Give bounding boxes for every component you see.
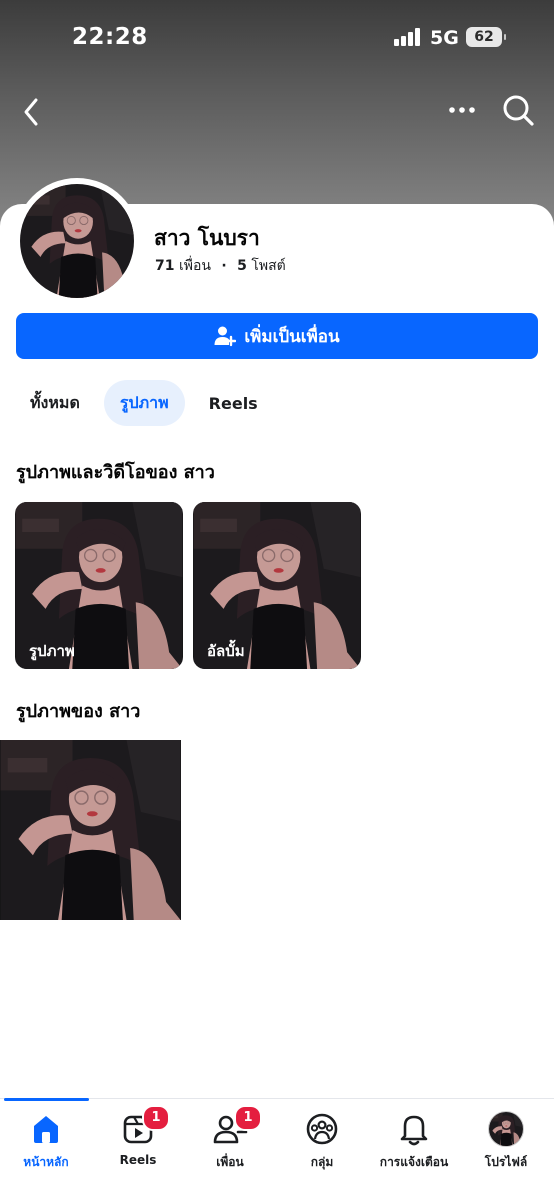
posts-count: 5 — [237, 258, 247, 274]
network-type: 5G — [430, 27, 459, 49]
friends-label[interactable]: เพื่อน — [179, 258, 211, 274]
filter-tabs: ทั้งหมด รูปภาพ Reels — [14, 380, 274, 426]
tab-notifications[interactable]: การแจ้งเตือน — [368, 1111, 460, 1173]
tab-reels-label: Reels — [119, 1153, 157, 1167]
stats-separator: · — [221, 258, 227, 274]
tab-home[interactable]: หน้าหลัก — [0, 1111, 92, 1173]
tab-notifications-label: การแจ้งเตือน — [379, 1155, 449, 1169]
bottom-tab-bar: หน้าหลัก 1 Reels 1 เพื่อน กลุ่ม การแจ้งเ… — [0, 1098, 554, 1200]
album-card[interactable]: อัลบั้ม — [193, 502, 361, 669]
tab-photos[interactable]: รูปภาพ — [103, 380, 185, 426]
bell-icon — [400, 1115, 428, 1146]
back-button[interactable] — [16, 90, 48, 130]
profile-avatar[interactable] — [14, 178, 140, 304]
photo-thumbnail-image — [0, 740, 181, 920]
profile-avatar-mini — [488, 1111, 524, 1147]
profile-stats: 71 เพื่อน · 5 โพสต์ — [155, 255, 286, 277]
tab-groups[interactable]: กลุ่ม — [276, 1111, 368, 1173]
top-nav — [0, 86, 554, 134]
tab-all[interactable]: ทั้งหมด — [14, 380, 96, 426]
tab-home-label: หน้าหลัก — [23, 1155, 69, 1169]
chevron-left-icon — [24, 98, 38, 126]
photos-card[interactable]: รูปภาพ — [15, 502, 183, 669]
more-button[interactable] — [444, 92, 480, 128]
search-icon — [503, 95, 534, 126]
album-card-label: อัลบั้ม — [207, 642, 245, 660]
tab-groups-label: กลุ่ม — [310, 1155, 334, 1169]
signal-icon — [394, 28, 422, 46]
more-dots-icon — [449, 107, 475, 113]
tab-profile-label: โปรไฟล์ — [484, 1155, 528, 1169]
albums-section-title: รูปภาพและวิดีโอของ สาว — [16, 462, 215, 483]
tab-reels-nav[interactable]: 1 Reels — [92, 1105, 184, 1173]
add-friend-icon — [214, 326, 237, 347]
battery-level: 62 — [474, 29, 494, 45]
tab-friends[interactable]: 1 เพื่อน — [184, 1105, 276, 1173]
tab-profile[interactable]: โปรไฟล์ — [460, 1111, 552, 1173]
groups-icon — [306, 1113, 338, 1145]
add-friend-button[interactable]: เพิ่มเป็นเพื่อน — [16, 313, 538, 359]
add-friend-label: เพิ่มเป็นเพื่อน — [244, 326, 340, 347]
reels-badge: 1 — [142, 1105, 170, 1131]
posts-label: โพสต์ — [251, 258, 286, 274]
status-time: 22:28 — [72, 24, 148, 50]
tab-reels[interactable]: Reels — [193, 380, 274, 426]
photos-section-title: รูปภาพของ สาว — [16, 701, 141, 722]
active-tab-indicator — [4, 1098, 89, 1101]
photo-thumbnail[interactable] — [0, 740, 181, 920]
avatar-image — [20, 184, 134, 298]
photos-card-label: รูปภาพ — [29, 642, 75, 660]
home-icon — [34, 1116, 58, 1143]
battery-icon: 62 — [466, 27, 506, 47]
friends-count[interactable]: 71 — [155, 258, 174, 274]
tab-friends-label: เพื่อน — [216, 1155, 244, 1169]
profile-name: สาว โนบรา — [154, 226, 260, 250]
friends-badge: 1 — [234, 1105, 262, 1131]
search-button[interactable] — [500, 92, 536, 128]
status-bar: 22:28 5G 62 — [0, 0, 554, 76]
